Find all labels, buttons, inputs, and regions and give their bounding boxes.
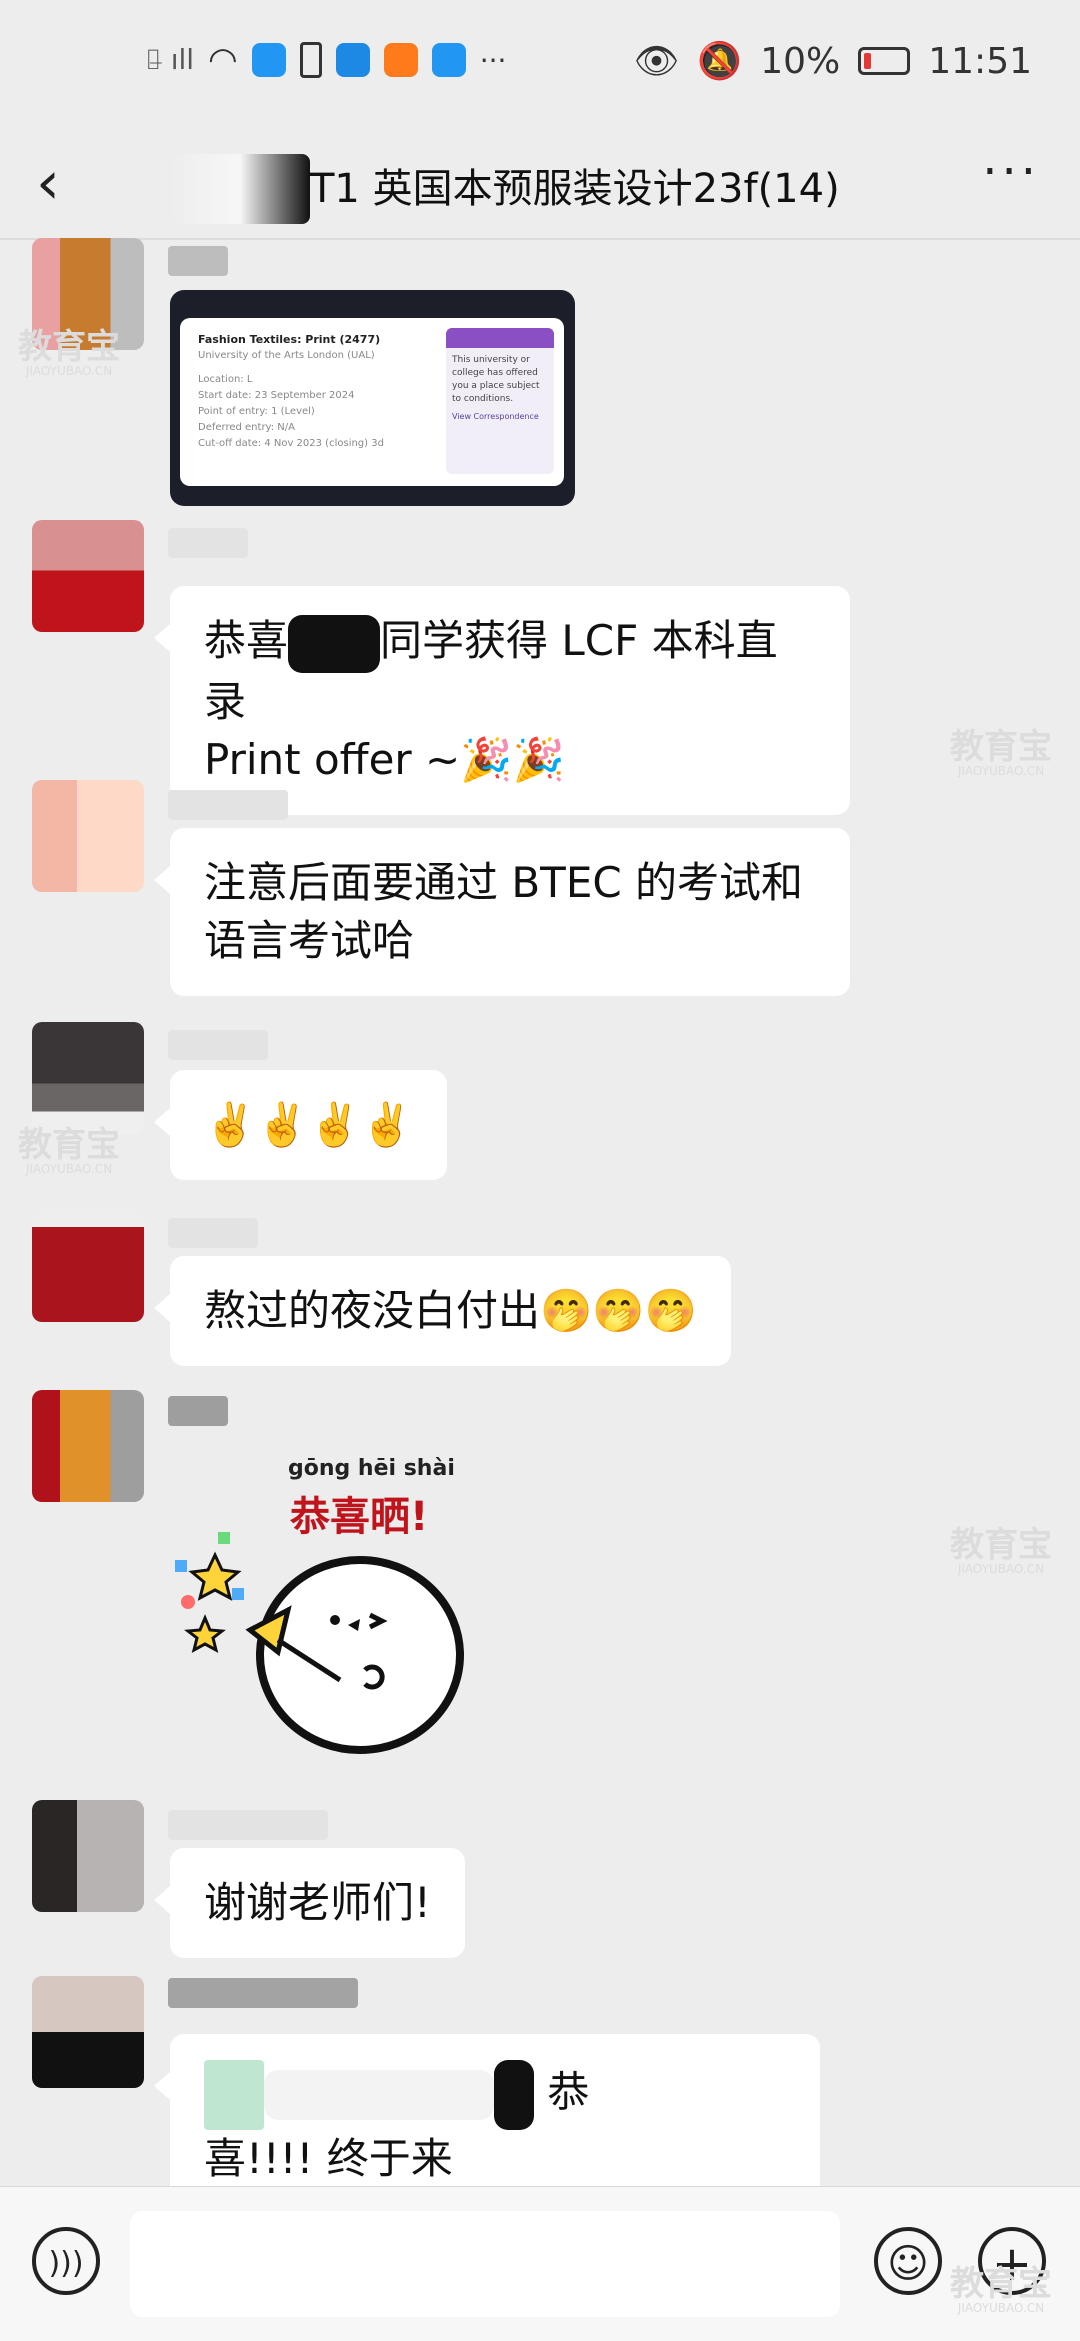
redacted-content (204, 2060, 264, 2130)
detail-line: Deferred entry: N/A (198, 422, 295, 433)
clock: 11:51 (928, 40, 1032, 82)
avatar[interactable] (32, 1800, 144, 1912)
offer-details: Fashion Textiles: Print (2477) Universit… (198, 332, 428, 452)
avatar[interactable] (32, 1210, 144, 1322)
back-arrow-icon[interactable]: ‹ (36, 148, 60, 218)
header-divider (0, 238, 1080, 240)
sender-name-redacted (168, 246, 228, 276)
offer-screenshot[interactable]: Fashion Textiles: Print (2477) Universit… (170, 290, 575, 506)
chat-header: ‹ T1 英国本预服装设计23f(14) ··· (0, 130, 1080, 240)
more-notifications-icon: ··· (479, 43, 507, 77)
message-bubble[interactable]: ✌️✌️✌️✌️ (153, 1070, 448, 1180)
redacted-content (264, 2070, 494, 2120)
avatar[interactable] (32, 1976, 144, 2088)
eye-icon: 👁 (633, 41, 680, 82)
avatar[interactable] (32, 1390, 144, 1502)
message-input[interactable] (130, 2211, 840, 2317)
avatar[interactable] (32, 1022, 144, 1134)
message-text: 恭 (547, 2067, 590, 2117)
redacted-name (288, 614, 381, 673)
voice-input-icon[interactable]: ))) (32, 2227, 100, 2295)
watermark: 教育宝 JIAOYUBAO.CN (950, 1525, 1052, 1576)
status-header-bar (446, 328, 554, 348)
battery-percent: 10% (760, 40, 841, 82)
more-options-icon[interactable]: ··· (982, 144, 1040, 200)
message-text: 恭喜 (204, 616, 289, 665)
sender-name-redacted (168, 1810, 328, 1840)
status-bar: ⌷̶ ıll ◠ ··· 👁 🔕 10% 11:51 (0, 0, 1080, 130)
redacted-content (494, 2060, 534, 2130)
congrats-sticker[interactable]: gōng hēi shài 恭喜晒! (170, 1440, 490, 1760)
message-bubble[interactable]: 熬过的夜没白付出🤭🤭🤭 (154, 1256, 731, 1366)
status-icons-left: ⌷̶ ıll ◠ ··· (145, 40, 506, 80)
watermark: 教育宝 JIAOYUBAO.CN (18, 327, 120, 378)
detail-line: Point of entry: 1 (Level) (198, 406, 315, 417)
offer-status-panel: This university or college has offered y… (446, 328, 554, 474)
offer-screenshot-content: Fashion Textiles: Print (2477) Universit… (180, 318, 564, 486)
message-text: 喜!!!! 终于来 (204, 2134, 453, 2183)
sender-name-redacted (168, 1978, 358, 2008)
chat-title: T1 英国本预服装设计23f(14) (310, 166, 840, 212)
sender-name-redacted (168, 790, 288, 820)
mute-bell-icon: 🔕 (697, 41, 743, 82)
watermark: 教育宝 JIAOYUBAO.CN (950, 2264, 1052, 2315)
avatar[interactable] (32, 520, 144, 632)
video-app-icon (383, 43, 418, 77)
detail-line: Cut-off date: 4 Nov 2023 (closing) 3d (198, 438, 384, 449)
message-bubble[interactable]: 恭喜 同学获得 LCF 本科直录 Print offer ~🎉🎉 (154, 586, 850, 815)
sender-name-redacted (168, 1396, 228, 1426)
avatar[interactable] (32, 780, 144, 892)
sender-name-redacted (168, 528, 248, 558)
message-bubble[interactable]: 谢谢老师们! (154, 1848, 465, 1958)
watermark: 教育宝 JIAOYUBAO.CN (18, 1125, 120, 1176)
message-bubble[interactable]: 注意后面要通过 BTEC 的考试和语言考试哈 (154, 828, 850, 996)
sender-name-redacted (168, 1218, 258, 1248)
course-title: Fashion Textiles: Print (2477) (198, 333, 381, 346)
status-icons-right: 👁 🔕 10% 11:51 (633, 40, 1032, 83)
battery-icon (858, 47, 911, 75)
emoji-icon[interactable]: ☺ (874, 2227, 942, 2295)
input-bar: ))) ☺ + 教育宝 JIAOYUBAO.CN (0, 2186, 1080, 2341)
alipay-icon (335, 43, 370, 77)
message-text: Print offer ~🎉🎉 (204, 734, 565, 784)
view-correspondence-link: View Correspondence (452, 412, 539, 421)
signal-off-icon: ⌷̶ ıll (145, 43, 195, 76)
watermark: 教育宝 JIAOYUBAO.CN (950, 727, 1052, 778)
wifi-icon: ◠ (208, 40, 238, 80)
weather-icon (431, 43, 466, 77)
phone-icon (299, 42, 322, 78)
status-text: This university or college has offered y… (452, 355, 540, 404)
detail-line: Location: L (198, 374, 253, 385)
shield-icon (251, 43, 286, 77)
university-name: University of the Arts London (UAL) (198, 350, 375, 361)
chick-character-icon (175, 1532, 464, 1754)
detail-line: Start date: 23 September 2024 (198, 390, 355, 401)
title-redaction (170, 154, 310, 224)
sender-name-redacted (168, 1030, 268, 1060)
